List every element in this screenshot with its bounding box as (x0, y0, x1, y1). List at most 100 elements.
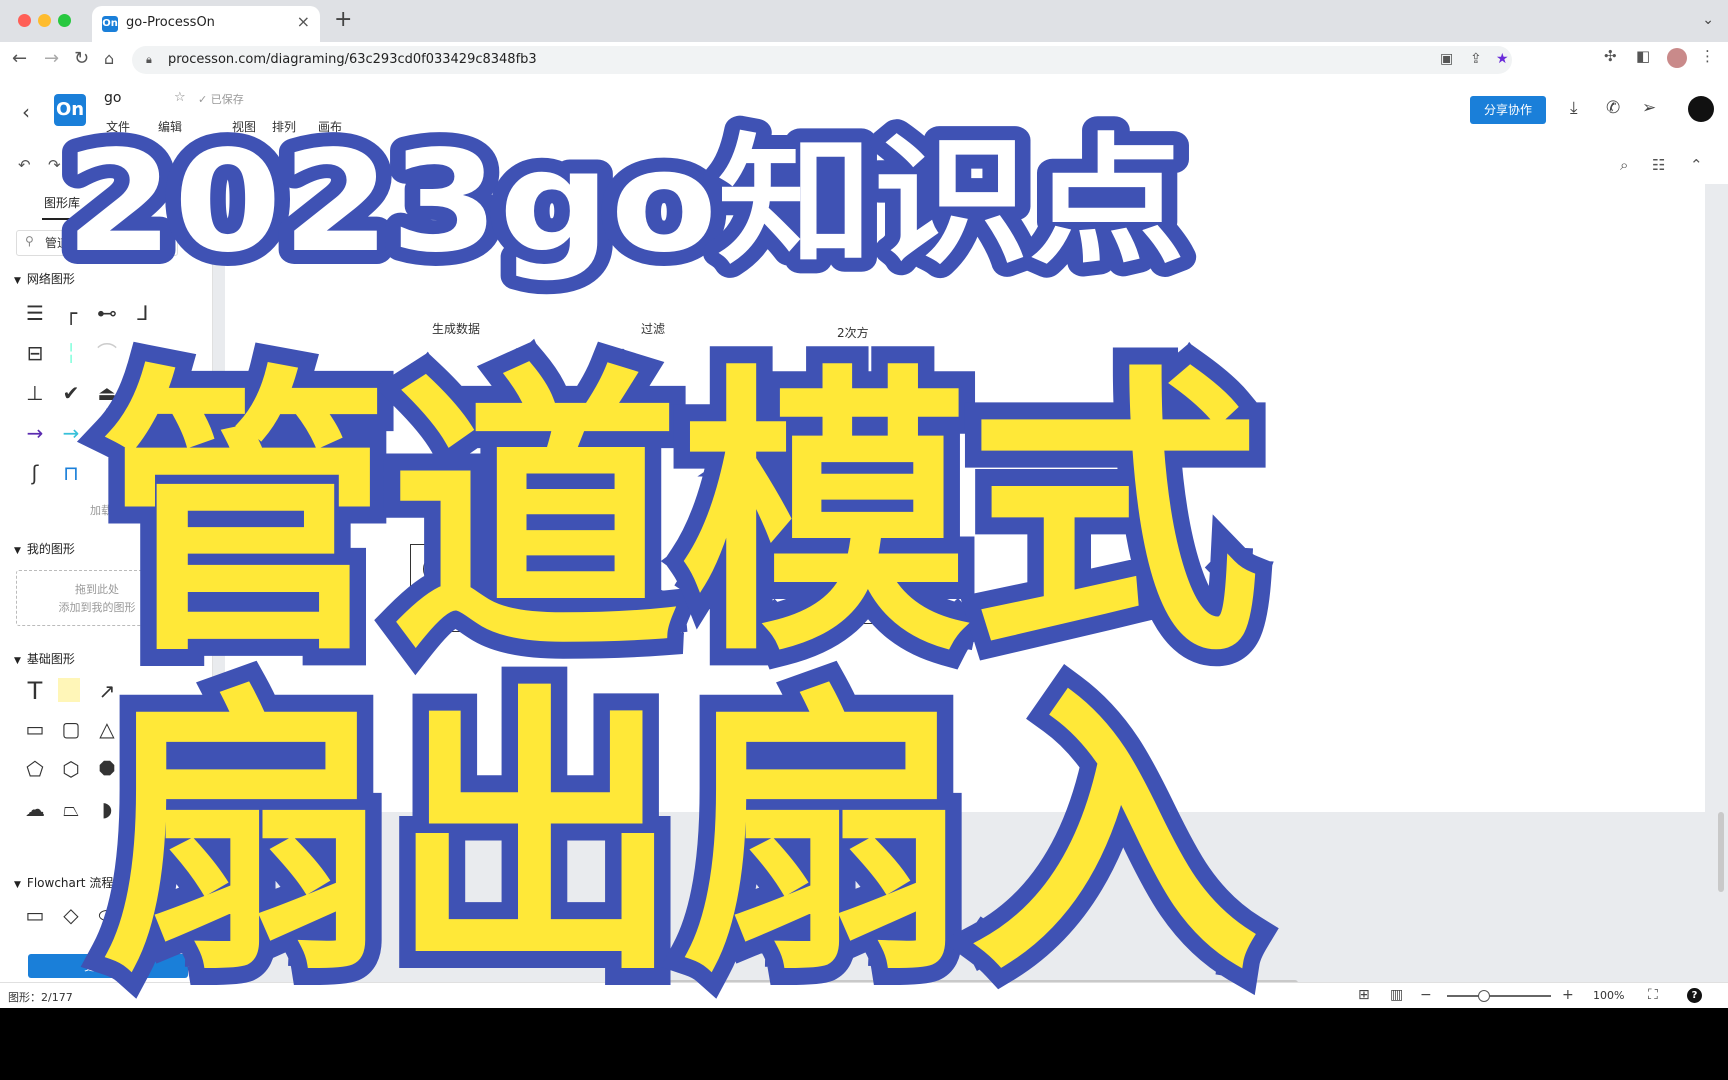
pipe-spray-icon[interactable]: ⏏ (94, 380, 120, 406)
share-page-icon[interactable]: ⇪ (1470, 51, 1482, 67)
document-title[interactable]: go (104, 90, 121, 106)
processon-logo[interactable]: On (54, 94, 86, 126)
diagram-node[interactable] (605, 604, 683, 646)
pipe-nozzle-icon[interactable]: ✔ (58, 380, 84, 406)
format-painter-icon[interactable]: ⌐ (80, 156, 93, 174)
send-icon[interactable]: ➢ (1642, 98, 1656, 118)
processon-favicon-icon: On (102, 16, 118, 32)
browser-tab-bar: On go-ProcessOn × + ⌄ (0, 0, 1728, 42)
pipe-blue-joint-icon[interactable]: ⊓ (58, 460, 84, 486)
pipe-tank-icon[interactable]: ⊟ (22, 340, 48, 366)
bookmark-star-icon[interactable]: ★ (1496, 51, 1509, 67)
pipe-joint-icon[interactable]: ⊷ (94, 300, 120, 326)
layout-icon[interactable]: ⊞ (1358, 987, 1370, 1003)
vertical-scrollbar[interactable] (1718, 812, 1724, 892)
new-tab-plus-icon[interactable]: + (334, 9, 352, 31)
pipe-drain-icon[interactable]: ⊥ (22, 380, 48, 406)
cyan-double-arrow-icon[interactable]: ⇢ (94, 420, 120, 446)
diagram-node[interactable] (837, 566, 925, 624)
more-shapes-button[interactable]: 更多图形 (28, 954, 188, 978)
zoom-out-icon[interactable]: − (1420, 987, 1432, 1003)
my-shapes-dropzone[interactable]: 拖到此处 添加到我的图形 (16, 570, 178, 626)
menu-canvas[interactable]: 画布 (318, 118, 342, 135)
purple-arrow-icon[interactable]: → (22, 420, 48, 446)
fullscreen-icon[interactable]: ⛶ (1648, 987, 1658, 1003)
tab-shape-library[interactable]: 图形库 (44, 194, 80, 211)
decision-diamond-icon[interactable]: ◇ (58, 902, 84, 928)
pipe-siphon-icon[interactable]: ʃ (22, 460, 48, 486)
pipe-curve-icon[interactable]: ⌒ (94, 340, 120, 366)
user-avatar[interactable] (1688, 96, 1714, 122)
pipe-valve-icon[interactable]: ╎ (58, 340, 84, 366)
close-window-button[interactable] (18, 14, 31, 27)
hexagon-icon[interactable]: ⬡ (58, 756, 84, 782)
menu-arrange[interactable]: 排列 (272, 118, 296, 135)
clipboard-icon[interactable]: ▣ (1440, 51, 1453, 67)
pentagon-icon[interactable]: ⬠ (22, 756, 48, 782)
trapezoid-icon[interactable]: ⏢ (58, 796, 84, 822)
zoom-slider-handle[interactable] (1478, 990, 1490, 1002)
browser-menu-icon[interactable]: ⋮ (1700, 47, 1715, 65)
load-more-link[interactable]: 加载更多 (90, 502, 134, 518)
find-replace-icon[interactable]: ⌕ (1620, 156, 1628, 174)
sticky-note-icon[interactable] (58, 678, 80, 702)
maximize-window-button[interactable] (58, 14, 71, 27)
pipe-pump-icon[interactable]: ⧉ (130, 340, 156, 366)
zoom-level[interactable]: 100% (1593, 989, 1624, 1002)
redo-icon[interactable]: ↷ (48, 156, 61, 174)
settings-sliders-icon[interactable]: ☷ (1652, 156, 1665, 174)
menu-file[interactable]: 文件 (106, 118, 130, 135)
home-icon[interactable]: ⌂ (104, 48, 114, 70)
triangle-icon[interactable]: △ (94, 716, 120, 742)
text-tool-icon[interactable]: T (22, 678, 48, 704)
shape-search-input[interactable] (45, 234, 165, 250)
octagon-icon[interactable]: ⯃ (94, 756, 120, 782)
menu-view[interactable]: 视图 (232, 118, 256, 135)
side-panel-icon[interactable]: ◧ (1636, 47, 1650, 65)
zoom-slider[interactable] (1447, 995, 1551, 997)
browser-tab[interactable]: On go-ProcessOn × (92, 6, 320, 42)
favorite-star-icon[interactable]: ☆ (174, 90, 186, 105)
back-arrow-icon[interactable]: ← (12, 48, 27, 70)
process-shape-icon[interactable]: ▭ (22, 902, 48, 928)
undo-icon[interactable]: ↶ (18, 156, 31, 174)
pipe-elbow-icon[interactable]: ┌ (58, 300, 84, 326)
collapse-chevron-up-icon[interactable]: ⌃ (1690, 156, 1703, 174)
forward-arrow-icon[interactable]: → (44, 48, 59, 70)
diagram-node[interactable]: go (410, 544, 504, 632)
zoom-in-icon[interactable]: + (1562, 987, 1574, 1003)
node-label-generate[interactable]: 生成数据 (432, 320, 480, 337)
pipe-bend-icon[interactable]: ⅃ (130, 300, 156, 326)
chevron-down-icon[interactable]: ⌄ (1702, 12, 1714, 28)
cyan-arrow-icon[interactable]: → (58, 420, 84, 446)
node-label-square[interactable]: 2次方 (837, 324, 869, 341)
share-collaborate-button[interactable]: 分享协作 (1470, 96, 1546, 124)
minimize-window-button[interactable] (38, 14, 51, 27)
section-my-shapes[interactable]: ▼ 我的图形 (14, 540, 75, 557)
address-bar[interactable]: 🔒︎ processon.com/diagraming/63c293cd0f03… (132, 46, 1512, 74)
help-icon[interactable]: ? (1687, 988, 1702, 1003)
section-network-shapes[interactable]: ▼ 网络图形 (14, 270, 75, 287)
diagram-page[interactable]: 生成数据 过滤 2次方 go (225, 184, 1705, 812)
phone-icon[interactable]: ✆ (1606, 98, 1620, 118)
section-flowchart[interactable]: ▼ Flowchart 流程图 (14, 874, 125, 891)
node-label-filter[interactable]: 过滤 (641, 320, 665, 337)
back-chevron-icon[interactable]: ‹ (22, 100, 30, 124)
rounded-rectangle-icon[interactable]: ▢ (58, 716, 84, 742)
line-arrow-icon[interactable]: ↗ (94, 678, 120, 704)
terminator-shape-icon[interactable]: ⬭ (94, 902, 120, 928)
profile-avatar[interactable] (1667, 48, 1687, 68)
menu-edit[interactable]: 编辑 (158, 118, 182, 135)
canvas-area[interactable]: 生成数据 过滤 2次方 go (213, 184, 1728, 986)
close-icon[interactable]: × (297, 12, 310, 31)
map-icon[interactable]: ▥ (1390, 987, 1403, 1003)
rectangle-icon[interactable]: ▭ (22, 716, 48, 742)
section-basic-shapes[interactable]: ▼ 基础图形 (14, 650, 75, 667)
document-shape-icon[interactable]: ◗ (94, 796, 120, 822)
pipe-straight-icon[interactable]: ☰ (22, 300, 48, 326)
extensions-puzzle-icon[interactable]: ✣ (1604, 47, 1617, 65)
goroutine-circle[interactable]: go (423, 555, 451, 583)
reload-icon[interactable]: ↻ (74, 48, 89, 70)
download-icon[interactable]: ⤓ (1570, 98, 1578, 118)
cloud-icon[interactable]: ☁ (22, 796, 48, 822)
